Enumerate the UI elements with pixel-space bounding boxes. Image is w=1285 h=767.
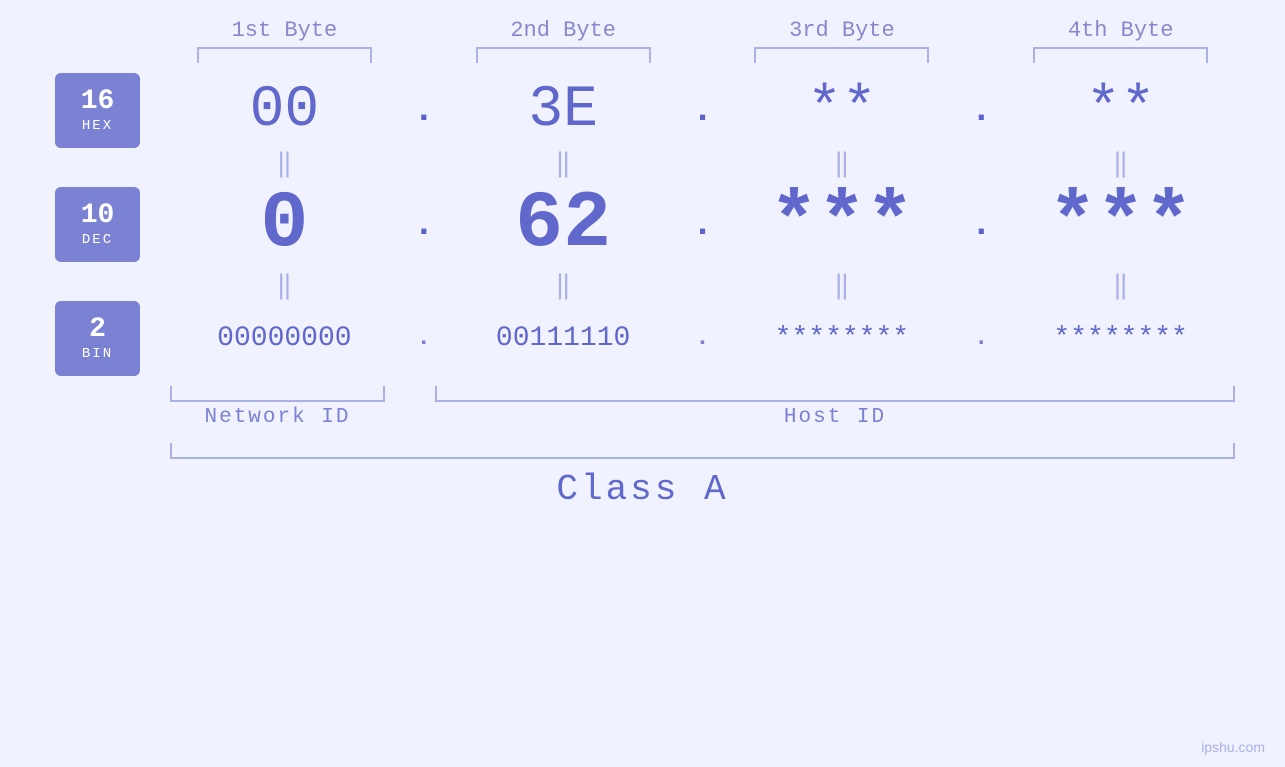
bin-dot1: . [399,325,449,352]
bin-dot3: . [956,325,1006,352]
id-labels: Network ID Host ID [50,406,1235,429]
hex-dot3: . [956,90,1006,131]
dec-dot2: . [678,204,728,245]
hex-b1: 00 [170,78,399,143]
main-container: 1st Byte 2nd Byte 3rd Byte 4th Byte 16 H… [0,0,1285,767]
hex-b4: ** [1006,78,1235,143]
big-bracket-line [170,443,1235,459]
equals-row-1: ‖ ‖ ‖ ‖ [50,148,1235,179]
watermark: ipshu.com [1201,739,1265,755]
dec-dot3: . [956,204,1006,245]
bracket-top-1 [197,47,372,63]
dec-b4: *** [1006,179,1235,270]
bin-badge: 2 BIN [55,301,140,376]
host-id-label: Host ID [435,406,1235,429]
hex-b3: ** [728,78,957,143]
bin-b4: ******** [1006,323,1235,354]
bracket-top-2 [476,47,651,63]
network-id-label: Network ID [170,406,385,429]
dec-row: 10 DEC 0 . 62 . *** . *** [50,179,1235,270]
hex-dot2: . [678,90,728,131]
bin-b3: ******** [728,323,957,354]
bracket-top-4 [1033,47,1208,63]
hex-row: 16 HEX 00 . 3E . ** . ** [50,73,1235,148]
byte4-header: 4th Byte [1006,18,1235,43]
top-brackets [50,47,1235,63]
class-label: Class A [556,469,728,510]
bracket-top-3 [754,47,929,63]
bracket-bottom-network [170,386,385,402]
byte1-header: 1st Byte [170,18,399,43]
bin-dot2: . [678,325,728,352]
bin-b2: 00111110 [449,323,678,354]
dec-b3: *** [728,179,957,270]
dec-badge: 10 DEC [55,187,140,262]
class-label-row: Class A [50,469,1235,510]
equals-row-2: ‖ ‖ ‖ ‖ [50,270,1235,301]
big-bottom-bracket [50,443,1235,459]
byte-headers: 1st Byte 2nd Byte 3rd Byte 4th Byte [50,0,1235,43]
hex-dot1: . [399,90,449,131]
bottom-brackets-id [50,386,1235,402]
bin-row: 2 BIN 00000000 . 00111110 . ******** . *… [50,301,1235,376]
hex-badge: 16 HEX [55,73,140,148]
bracket-bottom-host [435,386,1235,402]
dec-b2: 62 [449,179,678,270]
byte3-header: 3rd Byte [728,18,957,43]
dec-b1: 0 [170,179,399,270]
byte2-header: 2nd Byte [449,18,678,43]
bin-b1: 00000000 [170,323,399,354]
dec-dot1: . [399,204,449,245]
hex-b2: 3E [449,78,678,143]
